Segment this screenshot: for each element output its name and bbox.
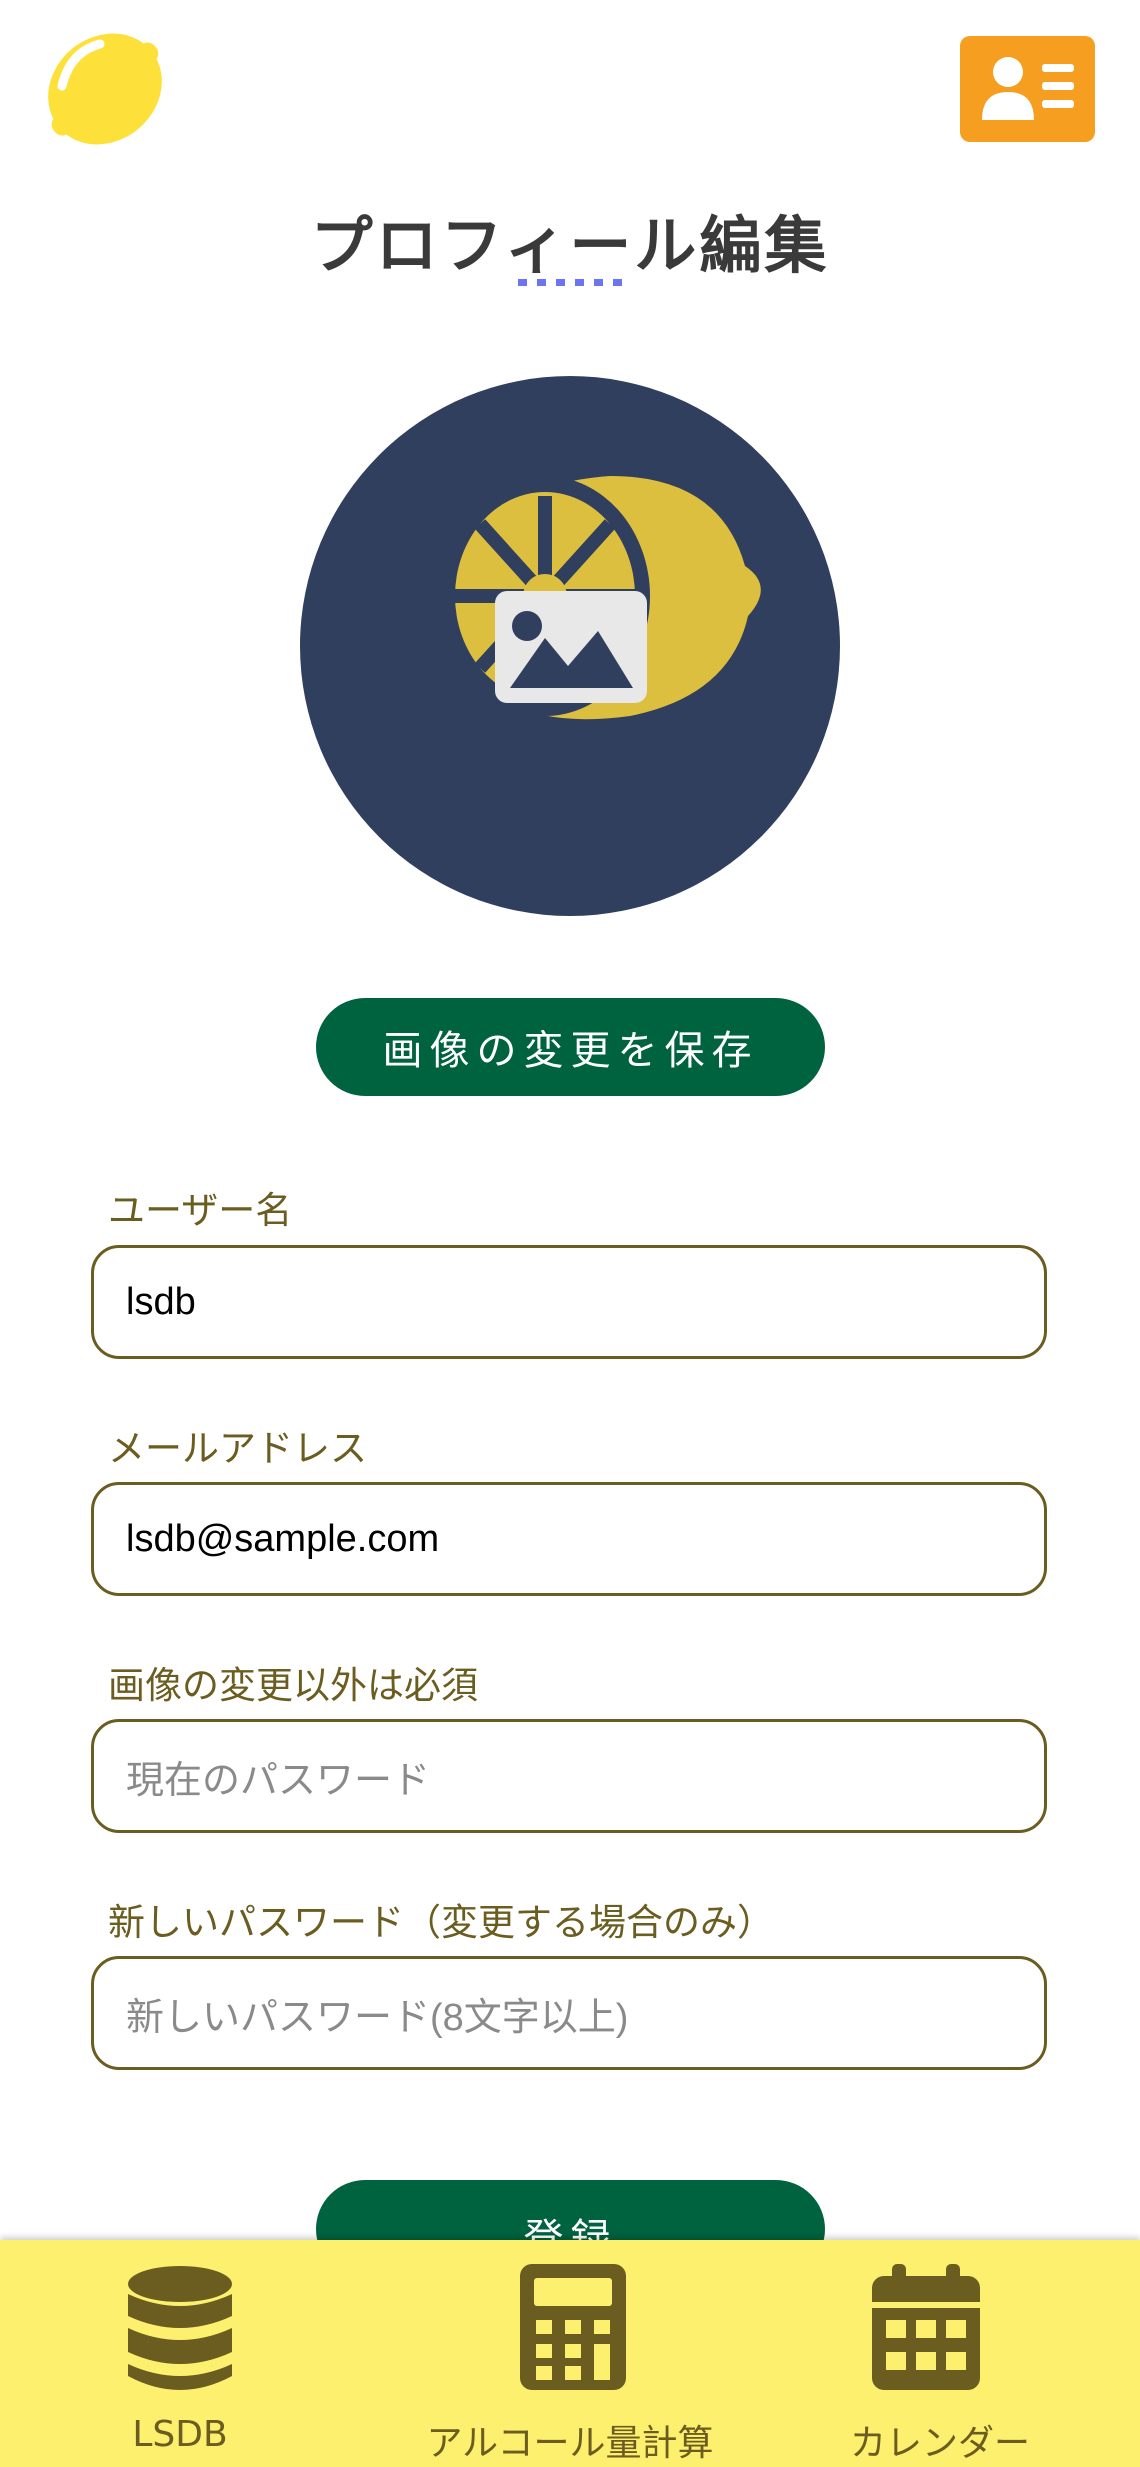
- email-label: メールアドレス: [108, 1427, 367, 1470]
- nav-item-alcohol-calc[interactable]: アルコール量計算: [380, 2240, 760, 2467]
- nav-label-alcohol-calc: アルコール量計算: [426, 2423, 714, 2464]
- user-list-icon: [981, 57, 1074, 120]
- username-field[interactable]: lsdb: [91, 1245, 1047, 1359]
- calculator-icon: [520, 2264, 626, 2390]
- new-password-field[interactable]: 新しいパスワード(8文字以上): [91, 1956, 1047, 2070]
- nav-label-calendar: カレンダー: [849, 2423, 1030, 2464]
- profile-menu-button[interactable]: [960, 36, 1095, 142]
- new-password-label: 新しいパスワード（変更する場合のみ）: [108, 1901, 774, 1944]
- nav-item-calendar[interactable]: カレンダー: [820, 2240, 1060, 2467]
- nav-item-lsdb[interactable]: LSDB: [60, 2240, 300, 2467]
- save-image-button[interactable]: 画像の変更を保存: [316, 998, 825, 1096]
- title-underline: [518, 279, 622, 286]
- email-field[interactable]: lsdb@sample.com: [91, 1482, 1047, 1596]
- image-icon: [495, 591, 647, 703]
- calendar-icon: [872, 2264, 980, 2390]
- bottom-nav: LSDB アルコール量計算 カレンダー: [0, 2240, 1140, 2467]
- page-title: プロフィール編集: [310, 209, 830, 282]
- current-password-label: 画像の変更以外は必須: [108, 1664, 478, 1707]
- current-password-field[interactable]: 現在のパスワード: [91, 1719, 1047, 1833]
- avatar[interactable]: [300, 376, 840, 916]
- username-label: ユーザー名: [108, 1189, 293, 1232]
- database-icon: [128, 2266, 232, 2390]
- nav-label-lsdb: LSDB: [132, 2414, 228, 2455]
- lemon-logo-icon[interactable]: [40, 24, 170, 154]
